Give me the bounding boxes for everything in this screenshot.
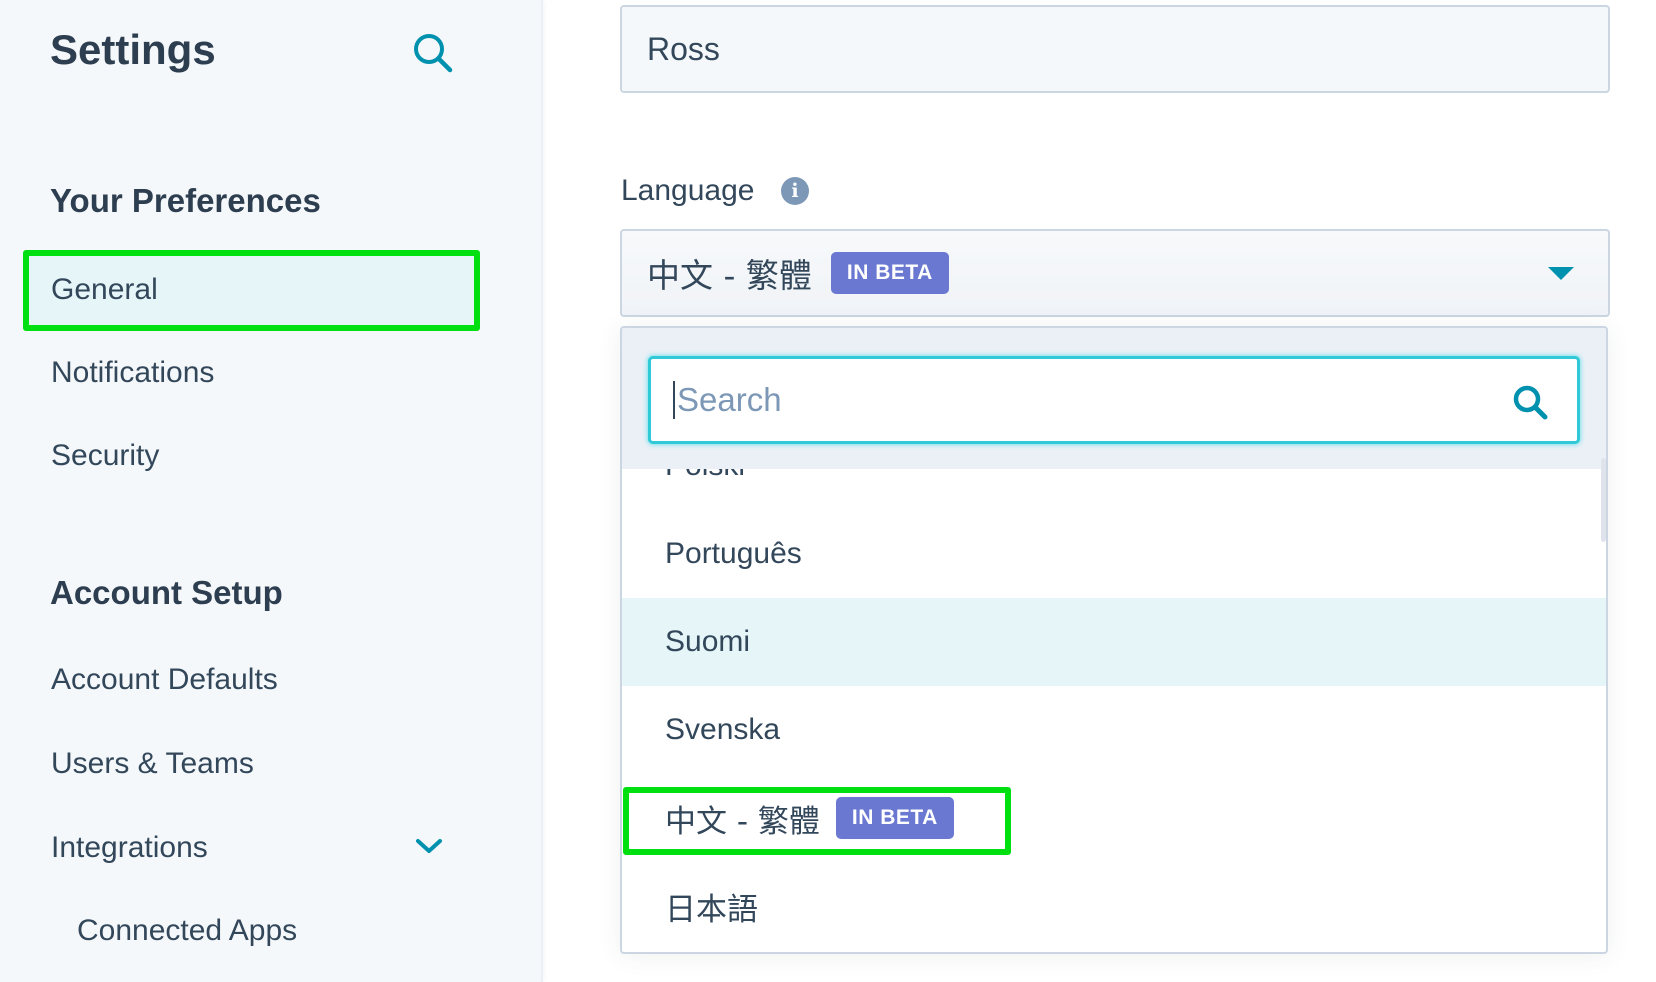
sidebar-item-general[interactable]: General [24, 251, 479, 329]
info-icon[interactable]: i [781, 177, 809, 205]
option-label: Português [665, 537, 802, 570]
language-option-chinese-traditional[interactable]: 中文 - 繁體 IN BETA [622, 774, 1606, 862]
option-label: 中文 - 繁體 [665, 803, 820, 840]
sidebar-item-notifications[interactable]: Notifications [24, 334, 479, 412]
option-label: Suomi [665, 625, 751, 658]
sidebar-item-users-teams[interactable]: Users & Teams [24, 725, 479, 803]
option-label: 日本語 [665, 891, 758, 928]
text-cursor [673, 381, 675, 419]
language-option-svenska[interactable]: Svenska [622, 686, 1606, 774]
sidebar-item-account-defaults[interactable]: Account Defaults [24, 641, 479, 719]
language-select[interactable]: 中文 - 繁體 IN BETA [620, 229, 1610, 317]
sidebar-item-label: Integrations [51, 831, 208, 864]
language-option-suomi[interactable]: Suomi [622, 598, 1606, 686]
language-option-japanese[interactable]: 日本語 [622, 862, 1606, 950]
caret-down-icon[interactable] [1548, 267, 1574, 280]
dropdown-scrollbar[interactable] [1601, 458, 1606, 542]
language-label: Language [621, 174, 755, 207]
option-label: Svenska [665, 713, 781, 746]
beta-badge: IN BETA [835, 797, 954, 839]
language-search-input[interactable] [677, 381, 1497, 419]
sidebar-item-security[interactable]: Security [24, 417, 479, 495]
sidebar-item-connected-apps[interactable]: Connected Apps [24, 892, 479, 970]
selected-language: 中文 - 繁體 [647, 256, 812, 295]
sidebar-item-label: Users & Teams [51, 747, 254, 780]
sidebar-item-label: Connected Apps [77, 914, 298, 947]
section-heading-your-preferences: Your Preferences [50, 182, 321, 219]
sidebar-item-label: General [51, 273, 158, 306]
beta-badge: IN BETA [830, 252, 949, 294]
language-search-field[interactable] [648, 356, 1580, 444]
sidebar-item-integrations[interactable]: Integrations [24, 809, 479, 887]
sidebar-item-label: Security [51, 439, 160, 472]
search-icon[interactable] [1511, 383, 1551, 423]
language-options-list: Polski Português Suomi Svenska 中文 - 繁體 I… [622, 422, 1606, 950]
settings-sidebar: Settings Your Preferences General Notifi… [0, 0, 543, 982]
sidebar-title: Settings [50, 26, 216, 73]
chevron-down-icon[interactable] [414, 836, 444, 856]
sidebar-item-label: Account Defaults [51, 663, 278, 696]
language-dropdown: Polski Português Suomi Svenska 中文 - 繁體 I… [620, 326, 1608, 954]
first-name-input[interactable]: Ross [620, 5, 1610, 93]
first-name-value: Ross [647, 30, 720, 67]
search-icon[interactable] [410, 30, 456, 76]
sidebar-item-label: Notifications [51, 356, 215, 389]
dropdown-search-header [622, 328, 1606, 469]
language-option-portugues[interactable]: Português [622, 510, 1606, 598]
section-heading-account-setup: Account Setup [50, 574, 283, 611]
